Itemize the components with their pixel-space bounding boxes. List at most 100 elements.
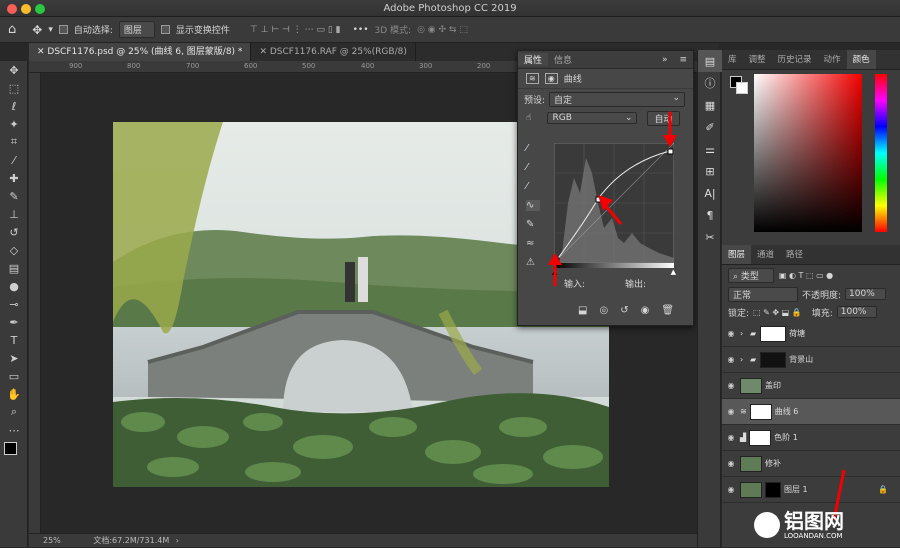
sliders-icon[interactable]: ⚌ [698, 138, 722, 160]
foreground-color-swatch[interactable] [4, 442, 17, 455]
tab-info[interactable]: 信息 [548, 53, 578, 66]
eyedropper-icon[interactable]: ⁄ [0, 151, 28, 169]
view-previous-icon[interactable]: ◎ [599, 305, 608, 316]
minimize-window-button[interactable] [21, 4, 31, 14]
clone-source-icon[interactable]: ⊞ [698, 160, 722, 182]
hue-slider[interactable] [875, 74, 887, 232]
tab-doc-psd[interactable]: ✕ DSCF1176.psd @ 25% (曲线 6, 图层蒙版/8) * [29, 43, 252, 61]
tab-history[interactable]: 历史记录 [772, 50, 818, 69]
layer-row[interactable]: ◉ 盖印 [722, 373, 900, 399]
tab-color[interactable]: 颜色 [846, 50, 876, 69]
lock-icons[interactable]: ⬚ ✎ ✥ ⬓ 🔒 [753, 308, 802, 317]
visibility-eye-icon[interactable]: ◉ [722, 485, 740, 494]
layer-row[interactable]: ◉ › ▰ 荷塘 [722, 321, 900, 347]
folder-icon: ▰ [750, 329, 757, 338]
chevron-down-icon[interactable]: ▾ [48, 25, 53, 35]
tab-properties[interactable]: 属性 [518, 53, 549, 66]
pen-tool-icon[interactable]: ✒ [0, 313, 28, 331]
more-tools-icon[interactable]: ⋯ [0, 421, 28, 439]
layer-row[interactable]: ◉ ≋ 曲线 6 [722, 399, 900, 425]
tab-doc-raf[interactable]: ✕ DSCF1176.RAF @ 25%(RGB/8) [251, 43, 416, 61]
collapse-icon[interactable]: » [656, 55, 674, 65]
home-icon[interactable]: ⌂ [8, 22, 16, 37]
brush-tool-icon[interactable]: ✎ [0, 187, 28, 205]
folder-icon: ▰ [750, 355, 757, 364]
clip-to-layer-icon[interactable]: ⬓ [578, 305, 587, 316]
layer-row[interactable]: ◉ 修补 [722, 451, 900, 477]
tab-layers[interactable]: 图层 [722, 245, 752, 264]
background-swatch[interactable] [736, 82, 748, 94]
close-window-button[interactable] [7, 4, 17, 14]
opacity-field[interactable]: 100% [845, 288, 886, 300]
history-brush-icon[interactable]: ↺ [0, 223, 28, 241]
properties-icon[interactable]: ▤ [698, 50, 722, 72]
layer-kind-filter[interactable]: ⌕ 类型 [728, 267, 774, 283]
lasso-tool-icon[interactable]: ℓ [0, 97, 28, 115]
layer-mode-select[interactable]: 图层 [118, 21, 155, 38]
show-transform-checkbox[interactable] [160, 25, 170, 34]
color-swap-icon[interactable] [0, 439, 28, 469]
trash-icon[interactable]: 🗑 [661, 305, 674, 316]
magic-wand-icon[interactable]: ✦ [0, 115, 28, 133]
dodge-tool-icon[interactable]: ⊸ [0, 295, 28, 313]
tab-adjustments[interactable]: 调整 [743, 50, 772, 69]
align-icons[interactable]: ⊤ ⊥ ⊢ ⊣ ⋮ ⋯ ▭ ▯ ▮ [250, 25, 341, 35]
reset-icon[interactable]: ↺ [620, 305, 628, 316]
visibility-eye-icon[interactable]: ◉ [641, 305, 650, 316]
visibility-eye-icon[interactable]: ◉ [722, 433, 740, 442]
shape-tool-icon[interactable]: ▭ [0, 367, 28, 385]
close-icon[interactable]: ✕ [259, 47, 269, 57]
visibility-eye-icon[interactable]: ◉ [722, 329, 740, 338]
gradient-tool-icon[interactable]: ▤ [0, 259, 28, 277]
visibility-eye-icon[interactable]: ◉ [722, 381, 740, 390]
filter-icons[interactable]: ▣ ◐ T ⬚ ▭ ● [779, 271, 833, 280]
character-icon[interactable]: A| [698, 182, 722, 204]
chevron-right-icon[interactable]: › [172, 536, 179, 545]
opacity-label: 不透明度: [802, 290, 842, 301]
marquee-tool-icon[interactable]: ⬚ [0, 79, 28, 97]
zoom-tool-icon[interactable]: ⌕ [0, 403, 28, 421]
zoom-window-button[interactable] [35, 4, 45, 14]
clone-stamp-icon[interactable]: ⊥ [0, 205, 28, 223]
layer-row[interactable]: ◉ › ▰ 背景山 [722, 347, 900, 373]
visibility-eye-icon[interactable]: ◉ [722, 459, 740, 468]
close-icon[interactable]: ✕ [37, 47, 47, 57]
layer-row[interactable]: ◉ 图层 1 🔒 [722, 477, 900, 503]
chevron-right-icon[interactable]: › [740, 355, 750, 364]
crop-tool-icon[interactable]: ⌗ [0, 133, 28, 151]
blur-tool-icon[interactable]: ● [0, 277, 28, 295]
fill-field[interactable]: 100% [836, 306, 878, 318]
layer-mask-thumb [760, 325, 787, 342]
auto-select-checkbox[interactable] [58, 25, 68, 34]
info-icon[interactable]: ⓘ [698, 72, 722, 94]
healing-brush-icon[interactable]: ✚ [0, 169, 28, 187]
visibility-eye-icon[interactable]: ◉ [722, 355, 740, 364]
type-tool-icon[interactable]: T [0, 331, 28, 349]
color-field[interactable] [754, 74, 862, 232]
grid-icon[interactable]: ▦ [698, 94, 722, 116]
layer-mask-thumb [760, 351, 787, 368]
paragraph-icon[interactable]: ¶ [698, 204, 722, 226]
tools-icon[interactable]: ✂ [698, 226, 722, 248]
zoom-level[interactable]: 25% [29, 536, 61, 545]
layer-name: 修补 [765, 459, 781, 468]
panel-menu-icon[interactable]: ≡ [673, 55, 693, 65]
hand-tool-icon[interactable]: ✋ [0, 385, 28, 403]
path-selection-icon[interactable]: ➤ [0, 349, 28, 367]
tab-paths[interactable]: 路径 [780, 245, 809, 264]
tab-channels[interactable]: 通道 [751, 245, 780, 264]
mask-icon[interactable]: ◉ [544, 73, 558, 84]
tab-actions[interactable]: 动作 [818, 50, 847, 69]
move-tool-icon[interactable]: ✥ [32, 23, 42, 37]
brush-settings-icon[interactable]: ✐ [698, 116, 722, 138]
tab-library[interactable]: 库 [722, 50, 743, 69]
visibility-eye-icon[interactable]: ◉ [722, 407, 740, 416]
chevron-right-icon[interactable]: › [740, 329, 750, 338]
more-options-icon[interactable]: ••• [353, 25, 369, 35]
layer-name: 色阶 1 [774, 433, 798, 442]
layer-row[interactable]: ◉ ▟ 色阶 1 [722, 425, 900, 451]
blend-mode-select[interactable]: 正常 [728, 286, 798, 302]
eraser-icon[interactable]: ◇ [0, 241, 28, 259]
move-tool-icon[interactable]: ✥ [0, 61, 28, 79]
tools-panel: ✥ ⬚ ℓ ✦ ⌗ ⁄ ✚ ✎ ⊥ ↺ ◇ ▤ ● ⊸ ✒ T ➤ ▭ ✋ ⌕ … [0, 61, 28, 547]
